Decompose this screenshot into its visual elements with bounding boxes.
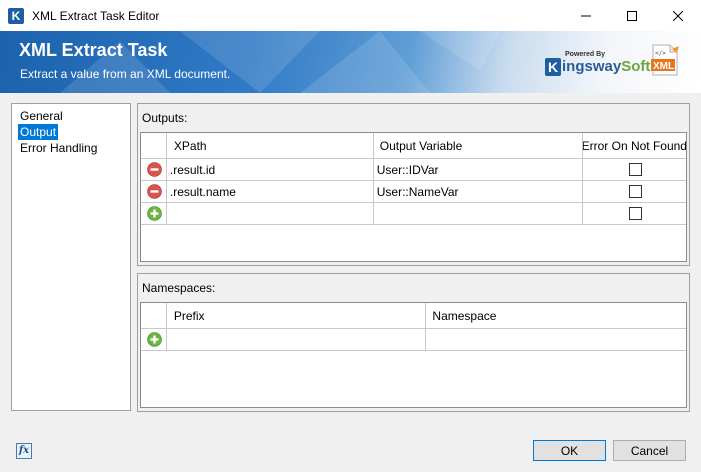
brand-name-part2: Soft	[621, 58, 651, 75]
app-icon: K	[8, 7, 24, 24]
brand-k-icon: K	[545, 58, 561, 76]
remove-row-button[interactable]	[141, 181, 167, 202]
error-on-not-found-cell	[583, 159, 686, 180]
nav-item-label: General	[20, 109, 63, 123]
output-variable-cell[interactable]	[374, 203, 583, 224]
remove-row-icon	[147, 184, 163, 199]
expression-icon: fx	[18, 445, 30, 456]
nav-item-output[interactable]: Output	[12, 124, 130, 140]
cancel-button[interactable]: Cancel	[613, 440, 686, 461]
brand-name-part1: ingsway	[562, 58, 622, 75]
namespaces-grid: Prefix Namespace	[140, 302, 687, 408]
xpath-cell[interactable]: .result.id	[167, 159, 374, 180]
xpath-cell[interactable]	[167, 203, 374, 224]
outputs-group: Outputs: XPath Output Variable Error On …	[137, 103, 690, 266]
nav-list: General Output Error Handling	[11, 103, 131, 411]
outputs-grid: XPath Output Variable Error On Not Found…	[140, 132, 687, 262]
svg-text:</>: </>	[655, 50, 666, 57]
nav-item-general[interactable]: General	[12, 108, 130, 124]
header-xpath[interactable]: XPath	[167, 133, 374, 158]
nav-item-label: Error Handling	[20, 141, 98, 155]
minimize-icon	[581, 15, 591, 16]
outputs-header-row: XPath Output Variable Error On Not Found	[141, 133, 686, 159]
xml-file-icon: </> XML	[650, 43, 680, 77]
error-on-not-found-checkbox[interactable]	[629, 207, 643, 220]
header-icon-column	[141, 303, 167, 328]
new-table-row	[141, 329, 686, 351]
header-prefix[interactable]: Prefix	[167, 303, 427, 328]
table-row: .result.id User::IDVar	[141, 159, 686, 181]
header-icon-column	[141, 133, 167, 158]
close-button[interactable]	[655, 0, 701, 31]
output-variable-cell[interactable]: User::NameVar	[374, 181, 583, 202]
add-row-icon	[147, 332, 163, 347]
namespace-cell[interactable]	[426, 329, 686, 350]
namespaces-title: Namespaces:	[142, 281, 216, 295]
prefix-cell[interactable]	[167, 329, 427, 350]
minimize-button[interactable]	[563, 0, 609, 31]
expression-button[interactable]: fx	[16, 443, 32, 459]
error-on-not-found-checkbox[interactable]	[629, 163, 643, 176]
ok-button[interactable]: OK	[533, 440, 606, 461]
svg-text:XML: XML	[653, 61, 674, 72]
remove-row-icon	[147, 162, 163, 177]
table-row: .result.name User::NameVar	[141, 181, 686, 203]
header-namespace[interactable]: Namespace	[426, 303, 686, 328]
nav-item-label: Output	[18, 124, 59, 140]
namespaces-group: Namespaces: Prefix Namespace	[137, 273, 690, 412]
maximize-button[interactable]	[609, 0, 655, 31]
new-table-row	[141, 203, 686, 225]
close-icon	[673, 10, 683, 21]
namespaces-header-row: Prefix Namespace	[141, 303, 686, 329]
add-row-icon	[147, 206, 163, 221]
window-title: XML Extract Task Editor	[32, 8, 160, 23]
header-banner: XML Extract Task Extract a value from an…	[0, 31, 701, 93]
brand-name: ingswaySoft	[562, 58, 650, 75]
window-controls	[563, 0, 701, 31]
maximize-icon	[627, 10, 637, 21]
xpath-cell[interactable]: .result.name	[167, 181, 374, 202]
banner-subtitle: Extract a value from an XML document.	[20, 67, 231, 81]
nav-item-error-handling[interactable]: Error Handling	[12, 140, 130, 156]
error-on-not-found-cell	[583, 181, 686, 202]
title-bar: K XML Extract Task Editor	[0, 0, 701, 31]
add-row-button[interactable]	[141, 329, 167, 350]
error-on-not-found-cell	[583, 203, 686, 224]
header-output-variable[interactable]: Output Variable	[374, 133, 583, 158]
banner-title: XML Extract Task	[19, 40, 168, 60]
error-on-not-found-checkbox[interactable]	[629, 185, 643, 198]
header-error-on-not-found[interactable]: Error On Not Found	[583, 133, 686, 158]
output-variable-cell[interactable]: User::IDVar	[374, 159, 583, 180]
remove-row-button[interactable]	[141, 159, 167, 180]
brand-powered-by: Powered By	[565, 51, 606, 58]
add-row-button[interactable]	[141, 203, 167, 224]
outputs-title: Outputs:	[142, 111, 188, 125]
